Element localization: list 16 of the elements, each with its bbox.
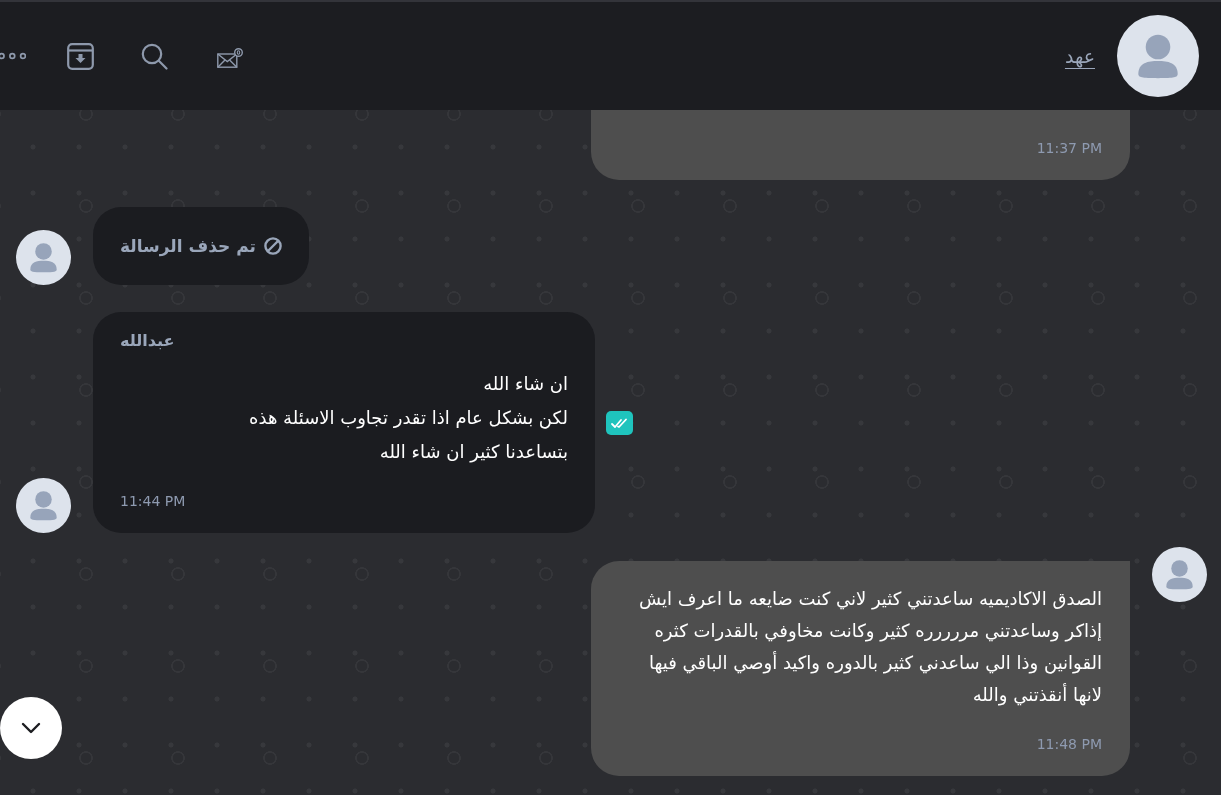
contact-name-link[interactable]: عهد — [1064, 41, 1095, 71]
message-text: ان شاء الله لكن بشكل عام اذا تقدر تجاوب الاسئلة هذه بتساعدنا كثير ان شاء الله — [248, 372, 568, 465]
mail-notification-icon[interactable] — [217, 48, 243, 68]
search-icon[interactable] — [141, 42, 168, 70]
chevron-down-icon — [21, 722, 41, 734]
archive-icon[interactable] — [67, 42, 94, 70]
message-time: 11:44 PM — [120, 492, 186, 511]
avatar-icon — [1117, 15, 1199, 97]
ban-icon — [263, 237, 282, 255]
deleted-message-text: تم حذف الرسالة — [120, 235, 256, 259]
message-text: الصدق الاكاديميه ساعدتني كثير لاني كنت ضايعه ما اعرف ايش إذاكر وساعدتني مررررره كثير وكانت مخاوفي بالقدرات كثره القوانين وذا الي ساعدني كثير بالدوره واكيد أوصي الباقي فيها لانها أنقذتني والله — [638, 587, 1102, 708]
more-options-icon[interactable] — [0, 52, 26, 60]
sender-name: عبدالله — [120, 330, 175, 352]
message-time: 11:48 PM — [1036, 735, 1102, 754]
message-time: 11:37 PM — [1036, 139, 1102, 158]
selected-checkbox[interactable] — [606, 410, 633, 435]
